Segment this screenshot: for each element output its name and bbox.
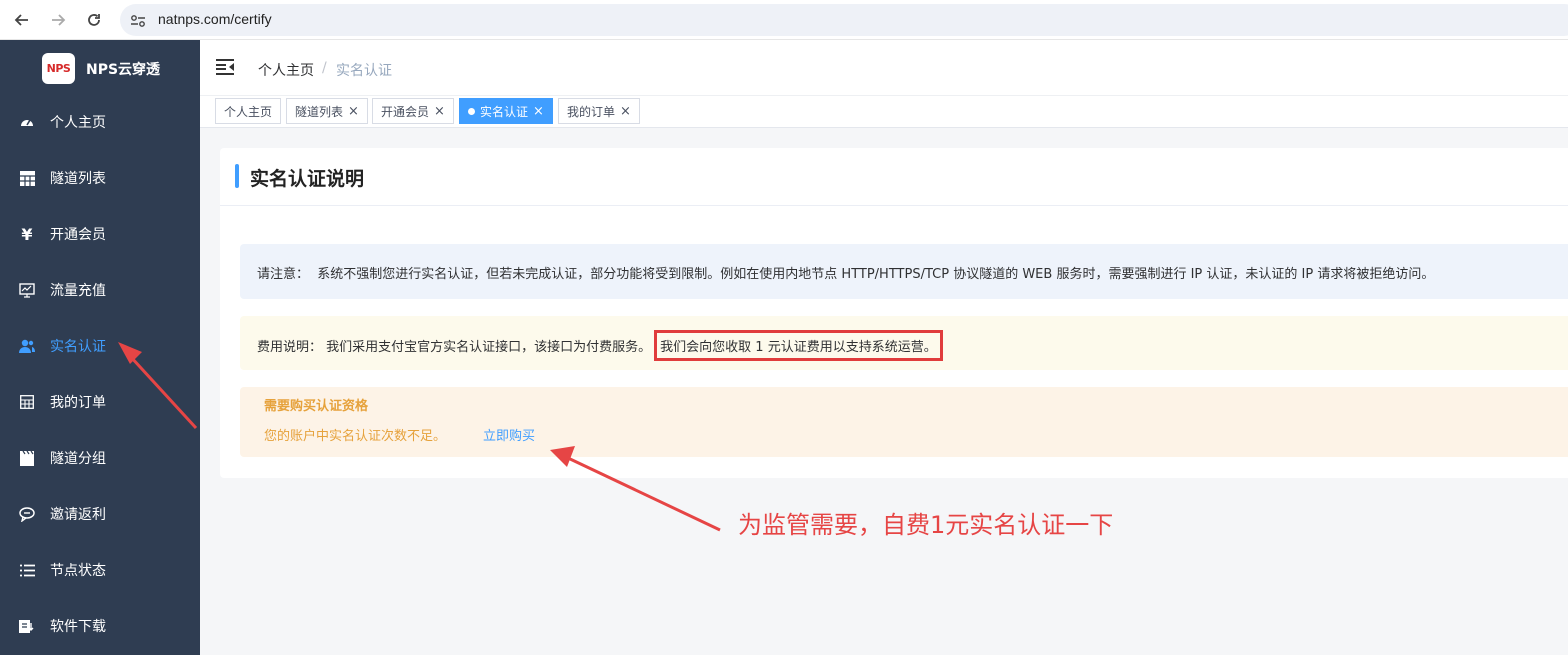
active-dot-icon xyxy=(468,107,475,115)
tags-view: 个人主页 隧道列表 × 开通会员 × 实名认证 × 我的订单 × xyxy=(200,96,1568,128)
title-accent-bar xyxy=(235,164,239,188)
download-icon xyxy=(19,618,35,634)
menu-fold-icon[interactable] xyxy=(216,59,234,79)
sidebar-item-label: 我的订单 xyxy=(50,395,106,411)
sidebar-item-certify[interactable]: 实名认证 xyxy=(0,318,200,374)
notice-label: 请注意： xyxy=(257,267,310,282)
grid-icon xyxy=(19,394,35,410)
user-icon xyxy=(19,338,35,354)
sidebar-item-label: 软件下载 xyxy=(50,619,106,635)
fee-text: 我们采用支付宝官方实名认证接口，该接口为付费服务。 xyxy=(326,340,652,355)
sidebar-item-label: 邀请返利 xyxy=(50,507,106,523)
tab-home[interactable]: 个人主页 xyxy=(215,98,282,124)
clapper-icon xyxy=(19,450,35,466)
tab-membership[interactable]: 开通会员 × xyxy=(372,98,454,124)
fee-alert: 费用说明： 我们采用支付宝官方实名认证接口，该接口为付费服务。 我们会向您收取 1… xyxy=(240,316,1568,370)
sidebar-item-membership[interactable]: ¥ 开通会员 xyxy=(0,206,200,262)
tab-certify[interactable]: 实名认证 × xyxy=(459,98,553,124)
divider xyxy=(220,205,1568,206)
sidebar-item-traffic[interactable]: 流量充值 xyxy=(0,262,200,318)
dashboard-icon xyxy=(19,114,35,130)
annotation-text: 为监管需要，自费1元实名认证一下 xyxy=(738,511,1114,539)
sidebar-item-label: 隧道列表 xyxy=(50,171,106,187)
browser-toolbar: natnps.com/certify xyxy=(0,0,1568,40)
reload-icon[interactable] xyxy=(82,8,106,32)
app-logo[interactable]: NPS xyxy=(42,53,75,84)
sidebar-item-label: 流量充值 xyxy=(50,283,106,299)
top-header: 个人主页 / 实名认证 xyxy=(200,40,1568,96)
sidebar-item-label: 开通会员 xyxy=(50,227,106,243)
sidebar-item-label: 隧道分组 xyxy=(50,451,106,467)
list-icon xyxy=(19,562,35,578)
breadcrumb-current: 实名认证 xyxy=(336,63,392,79)
warning-title: 需要购买认证资格 xyxy=(264,399,369,414)
back-arrow-icon[interactable] xyxy=(10,8,34,32)
buy-now-link[interactable]: 立即购买 xyxy=(483,425,535,444)
close-icon[interactable]: × xyxy=(348,105,359,118)
chat-icon xyxy=(19,506,35,522)
breadcrumb-separator: / xyxy=(322,60,327,76)
notice-text: 系统不强制您进行实名认证，但若未完成认证，部分功能将受到限制。例如在使用内地节点… xyxy=(317,267,1435,282)
table-icon xyxy=(19,170,35,186)
close-icon[interactable]: × xyxy=(620,105,631,118)
sidebar-item-orders[interactable]: 我的订单 xyxy=(0,374,200,430)
sidebar: NPS NPS云穿透 个人主页 隧道列表 ¥ 开通会员 流量充值 实名认证 我的… xyxy=(0,40,200,655)
sidebar-item-home[interactable]: 个人主页 xyxy=(0,94,200,150)
monitor-icon xyxy=(19,282,35,298)
yen-icon: ¥ xyxy=(21,224,33,244)
forward-arrow-icon[interactable] xyxy=(46,8,70,32)
warning-body: 您的账户中实名认证次数不足。 xyxy=(264,429,447,444)
sidebar-item-tunnels[interactable]: 隧道列表 xyxy=(0,150,200,206)
tab-label: 实名认证 xyxy=(480,104,529,119)
sidebar-item-nodes[interactable]: 节点状态 xyxy=(0,542,200,598)
sidebar-item-label: 节点状态 xyxy=(50,563,106,579)
tab-label: 我的订单 xyxy=(567,104,616,119)
close-icon[interactable]: × xyxy=(434,105,445,118)
tab-label: 隧道列表 xyxy=(295,104,344,119)
tab-label: 开通会员 xyxy=(381,104,430,119)
close-icon[interactable]: × xyxy=(533,105,544,118)
brand-name: NPS云穿透 xyxy=(86,62,161,78)
breadcrumb-home[interactable]: 个人主页 xyxy=(258,60,314,80)
url-text: natnps.com/certify xyxy=(158,11,272,27)
notice-content: 请注意： 系统不强制您进行实名认证，但若未完成认证，部分功能将受到限制。例如在使… xyxy=(257,263,1434,282)
fee-highlight: 我们会向您收取 1 元认证费用以支持系统运营。 xyxy=(654,330,943,361)
certify-card: 实名认证说明 请注意： 系统不强制您进行实名认证，但若未完成认证，部分功能将受到… xyxy=(220,148,1568,478)
tab-label: 个人主页 xyxy=(224,104,273,119)
sidebar-item-label: 个人主页 xyxy=(50,115,106,131)
fee-label: 费用说明： xyxy=(257,340,323,355)
sidebar-item-invite[interactable]: 邀请返利 xyxy=(0,486,200,542)
logo-text: NPS xyxy=(46,62,71,75)
warning-alert: 需要购买认证资格 您的账户中实名认证次数不足。 立即购买 xyxy=(240,387,1568,457)
sidebar-item-groups[interactable]: 隧道分组 xyxy=(0,430,200,486)
address-bar[interactable]: natnps.com/certify xyxy=(120,4,1568,36)
site-info-icon[interactable] xyxy=(130,13,146,32)
sidebar-item-download[interactable]: 软件下载 xyxy=(0,598,200,654)
sidebar-item-label: 实名认证 xyxy=(50,339,106,355)
tab-tunnels[interactable]: 隧道列表 × xyxy=(286,98,368,124)
tab-orders[interactable]: 我的订单 × xyxy=(558,98,640,124)
page-title: 实名认证说明 xyxy=(250,168,365,190)
fee-content: 费用说明： 我们采用支付宝官方实名认证接口，该接口为付费服务。 我们会向您收取 1… xyxy=(257,330,943,361)
notice-alert: 请注意： 系统不强制您进行实名认证，但若未完成认证，部分功能将受到限制。例如在使… xyxy=(240,244,1568,299)
